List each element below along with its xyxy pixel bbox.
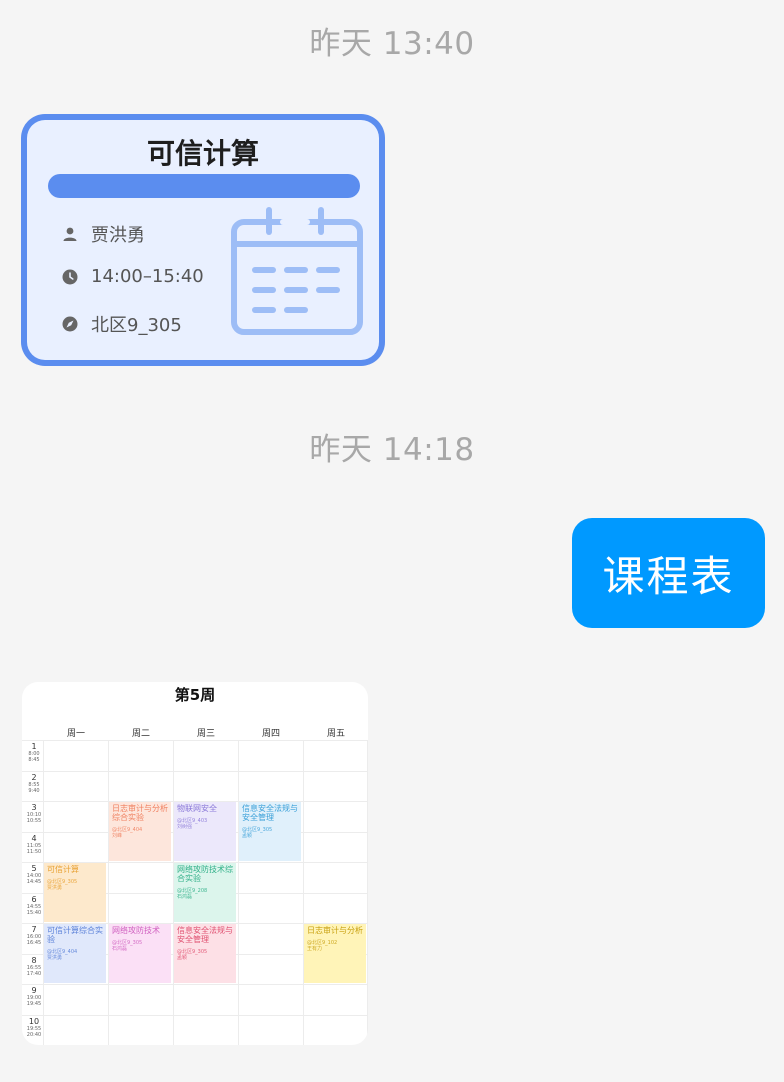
period-label: 4 11:05 11:50 xyxy=(24,834,44,856)
course-location: 北区9_305 xyxy=(91,315,182,336)
course-teacher: 刘树强 xyxy=(177,824,193,830)
grid-row-line xyxy=(22,771,368,772)
message-timestamp: 昨天 13:40 xyxy=(309,26,475,62)
period-number: 4 xyxy=(31,834,37,843)
period-label: 5 14:00 14:45 xyxy=(24,864,44,886)
course-name: 可信计算 xyxy=(47,865,79,874)
period-end: 8:45 xyxy=(28,757,40,763)
period-label: 3 10:10 10:55 xyxy=(24,803,44,825)
course-teacher: 刘峰 xyxy=(112,833,123,839)
calendar-icon xyxy=(231,207,363,335)
period-number: 8 xyxy=(31,956,37,965)
course-name: 信息安全法规与安全管理 xyxy=(242,804,298,822)
course-title: 可信计算 xyxy=(146,137,259,170)
period-end: 19:45 xyxy=(26,1001,42,1007)
time-row: 14:00–15:40 xyxy=(61,266,204,287)
period-number: 9 xyxy=(31,986,37,995)
day-header: 周一 xyxy=(66,729,85,739)
period-number: 1 xyxy=(31,742,37,751)
day-header: 周四 xyxy=(261,729,280,739)
course-block: 可信计算 @北区9_305 贾洪勇 xyxy=(44,863,106,922)
grid-col-line xyxy=(367,740,368,1045)
course-teacher: 贾洪勇 xyxy=(47,955,63,961)
course-block: 日志审计与分析综合实验 @北区9_404 刘峰 xyxy=(109,802,171,861)
course-detail: @北区9_305 贾洪勇 xyxy=(47,879,103,891)
grid-row-line xyxy=(22,984,368,985)
period-number: 7 xyxy=(31,925,37,934)
period-label: 6 14:55 15:40 xyxy=(24,895,44,917)
course-teacher: 石鸿磊 xyxy=(177,894,193,900)
person-icon xyxy=(61,225,79,243)
course-detail: @北区9_403 刘树强 xyxy=(177,818,233,830)
course-name: 网络攻防技术 xyxy=(112,926,160,935)
period-label: 2 8:55 9:40 xyxy=(24,773,44,795)
period-label: 1 8:00 8:45 xyxy=(24,742,44,764)
course-teacher: 王有力 xyxy=(307,946,323,952)
course-name: 信息安全法规与安全管理 xyxy=(177,926,233,944)
location-row: 北区9_305 xyxy=(61,311,182,337)
course-detail: @北区9_102 王有力 xyxy=(307,940,363,952)
course-color-bar xyxy=(48,174,360,198)
period-label: 10 19:55 20:40 xyxy=(24,1017,44,1039)
grid-col-line xyxy=(238,740,239,1045)
course-detail: @北区9_404 刘峰 xyxy=(112,827,168,839)
course-name: 物联网安全 xyxy=(177,804,217,813)
grid-col-line xyxy=(108,740,109,1045)
period-end: 17:40 xyxy=(26,971,42,977)
message-timestamp: 昨天 14:18 xyxy=(309,432,475,468)
period-end: 14:45 xyxy=(26,879,42,885)
grid-row-line xyxy=(22,740,368,741)
week-title: 第5周 xyxy=(174,686,216,704)
course-card-body: 可信计算 贾洪勇 14:00–15:40 北区9_305 xyxy=(27,120,379,360)
course-teacher: 贾洪勇 xyxy=(47,885,63,891)
course-block: 可信计算综合实验 @北区9_404 贾洪勇 xyxy=(44,924,106,983)
period-end: 11:50 xyxy=(26,849,42,855)
period-end: 16:45 xyxy=(26,940,42,946)
period-number: 5 xyxy=(31,864,37,873)
course-name: 网络攻防技术综合实验 xyxy=(177,865,233,883)
course-detail: @北区9_305 孟颖 xyxy=(177,949,233,961)
period-number: 10 xyxy=(28,1017,40,1026)
sent-message-bubble[interactable]: 课程表 xyxy=(572,518,765,628)
course-block: 网络攻防技术综合实验 @北区9_208 石鸿磊 xyxy=(174,863,236,922)
period-end: 20:40 xyxy=(26,1032,42,1038)
schedule-image-message[interactable]: 第5周 周一 周二 周三 周四 周五 1 8:00 8:45 2 8:55 9:40 3 10:10 10… xyxy=(22,682,368,1045)
teacher-row: 贾洪勇 xyxy=(61,221,145,247)
day-header: 周二 xyxy=(131,729,150,739)
course-teacher: 孟颖 xyxy=(242,833,253,839)
course-name: 可信计算综合实验 xyxy=(47,926,103,944)
day-header: 周三 xyxy=(196,729,215,739)
course-detail: @北区9_208 石鸿磊 xyxy=(177,888,233,900)
day-header: 周五 xyxy=(326,729,345,739)
period-label: 8 16:55 17:40 xyxy=(24,956,44,978)
period-label: 9 19:00 19:45 xyxy=(24,986,44,1008)
period-label: 7 16:00 16:45 xyxy=(24,925,44,947)
period-number: 3 xyxy=(31,803,37,812)
course-block: 网络攻防技术 @北区9_305 石鸿磊 xyxy=(109,924,171,983)
period-end: 9:40 xyxy=(28,788,40,794)
course-name: 日志审计与分析 xyxy=(307,926,363,935)
teacher-name: 贾洪勇 xyxy=(91,225,145,246)
course-block: 信息安全法规与安全管理 @北区9_305 孟颖 xyxy=(239,802,301,861)
course-block: 日志审计与分析 @北区9_102 王有力 xyxy=(304,924,366,983)
period-number: 2 xyxy=(31,773,37,782)
compass-icon xyxy=(61,315,79,333)
course-teacher: 孟颖 xyxy=(177,955,188,961)
period-end: 10:55 xyxy=(26,818,42,824)
course-teacher: 石鸿磊 xyxy=(112,946,128,952)
period-number: 6 xyxy=(31,895,37,904)
grid-row-line xyxy=(22,1015,368,1016)
course-time: 14:00–15:40 xyxy=(91,266,204,287)
course-detail: @北区9_404 贾洪勇 xyxy=(47,949,103,961)
grid-col-line xyxy=(303,740,304,1045)
course-block: 信息安全法规与安全管理 @北区9_305 孟颖 xyxy=(174,924,236,983)
course-name: 日志审计与分析综合实验 xyxy=(112,804,168,822)
course-detail: @北区9_305 孟颖 xyxy=(242,827,298,839)
course-detail: @北区9_305 石鸿磊 xyxy=(112,940,168,952)
period-end: 15:40 xyxy=(26,910,42,916)
course-block: 物联网安全 @北区9_403 刘树强 xyxy=(174,802,236,861)
clock-icon xyxy=(61,268,79,286)
course-card-message[interactable]: 可信计算 贾洪勇 14:00–15:40 北区9_305 xyxy=(21,114,385,366)
